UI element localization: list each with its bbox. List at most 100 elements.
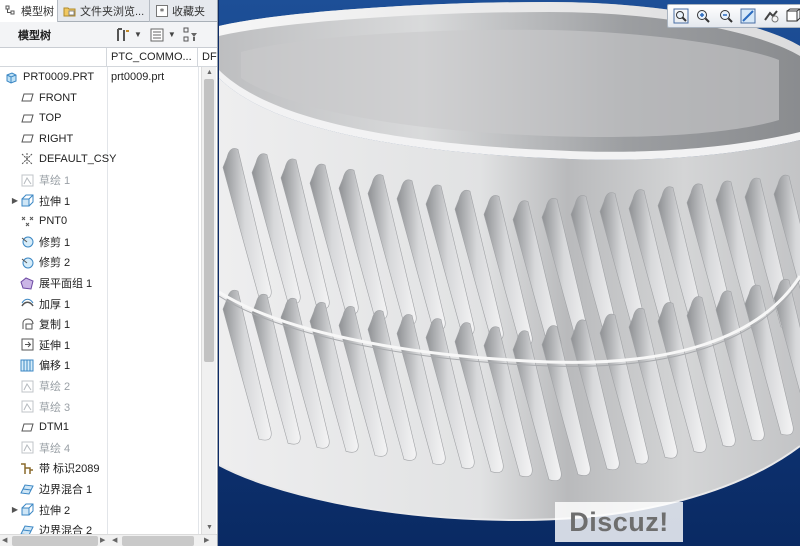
boundary-blend-icon	[20, 482, 34, 496]
refit-icon[interactable]	[671, 6, 691, 26]
column-header-name[interactable]	[0, 48, 107, 67]
column-header-df[interactable]: DF	[198, 48, 217, 67]
tab-model-tree[interactable]: 模型树	[0, 0, 58, 23]
tree-item[interactable]: 草绘 1	[0, 170, 200, 190]
tree-item[interactable]: PRT0009.PRT prt0009.prt	[0, 67, 200, 87]
tree-item[interactable]: 偏移 1	[0, 355, 200, 375]
zoom-in-icon[interactable]	[694, 6, 714, 26]
tree-item-label: 草绘 2	[39, 381, 71, 393]
tree-filter-icon[interactable]	[182, 26, 200, 44]
tree-item-label: PNT0	[39, 215, 68, 228]
model-tree-panel: 模型树 文件夹浏览... * 收藏夹 模型树 ▼ ▼ PTC_COMMO... …	[0, 0, 218, 546]
chevron-down-icon[interactable]: ▼	[168, 30, 176, 39]
navigator-tabs: 模型树 文件夹浏览... * 收藏夹	[0, 0, 217, 23]
tree-item[interactable]: 复制 1	[0, 314, 200, 334]
copy-icon	[20, 317, 34, 331]
graphics-window[interactable]: Discuz!	[219, 0, 800, 546]
tree-item[interactable]: 展平面组 1	[0, 273, 200, 293]
vertical-scrollbar[interactable]: ▲ ▼	[201, 67, 216, 534]
sketch-icon	[20, 441, 34, 455]
tree-item-label: 边界混合 2	[39, 525, 93, 534]
tab-label: 模型树	[21, 6, 54, 18]
tree-item[interactable]: 边界混合 2	[0, 520, 200, 534]
watermark: Discuz!	[555, 502, 683, 542]
part-icon	[4, 70, 18, 84]
datum-plane-icon	[20, 420, 34, 434]
repaint-icon[interactable]	[739, 6, 759, 26]
tree-item-label: 草绘 4	[39, 442, 71, 455]
expand-arrow-icon[interactable]: ▶	[10, 505, 20, 514]
scroll-up-icon[interactable]: ▲	[202, 67, 217, 79]
expand-arrow-icon[interactable]: ▶	[10, 196, 20, 205]
tree-settings-icon[interactable]	[114, 26, 132, 44]
tree-item[interactable]: 草绘 4	[0, 438, 200, 458]
tree-item[interactable]: 草绘 2	[0, 376, 200, 396]
scroll-left-icon[interactable]: ◀	[112, 535, 117, 546]
tree-column-header: PTC_COMMO... DF	[0, 48, 217, 67]
tree-item-label: 拉伸 1	[39, 195, 71, 208]
sketch-icon	[20, 379, 34, 393]
flatten-quilt-icon	[20, 276, 34, 290]
scroll-right-icon[interactable]: ▶	[100, 535, 105, 546]
tree-item-label: 加厚 1	[39, 298, 71, 311]
tree-item[interactable]: RIGHT	[0, 129, 200, 149]
column-header-ptc-common[interactable]: PTC_COMMO...	[107, 48, 198, 67]
tree-item-label: 延伸 1	[39, 339, 71, 352]
scroll-right-icon[interactable]: ▶	[204, 535, 209, 546]
tab-label: 收藏夹	[172, 6, 205, 18]
zoom-out-icon[interactable]	[716, 6, 736, 26]
tree-item[interactable]: PNT0	[0, 211, 200, 231]
toolbar-title: 模型树	[18, 29, 51, 42]
tree-item-ptc-common: prt0009.prt	[111, 71, 165, 83]
coordinate-system-icon	[20, 152, 34, 166]
tree-item[interactable]: ▶ 拉伸 1	[0, 191, 200, 211]
tree-item[interactable]: 加厚 1	[0, 294, 200, 314]
tree-item[interactable]: FRONT	[0, 88, 200, 108]
tree-item[interactable]: 草绘 3	[0, 397, 200, 417]
tree-item[interactable]: DTM1	[0, 417, 200, 437]
trim-icon	[20, 235, 34, 249]
tree-item-label: 偏移 1	[39, 360, 71, 373]
tree-columns-icon[interactable]	[148, 26, 166, 44]
tree-item[interactable]: DEFAULT_CSY	[0, 149, 200, 169]
chevron-down-icon[interactable]: ▼	[134, 30, 142, 39]
display-style-icon[interactable]	[761, 6, 781, 26]
scrollbar-thumb[interactable]	[204, 79, 214, 362]
tree-item[interactable]: 修剪 1	[0, 232, 200, 252]
sketch-icon	[20, 173, 34, 187]
saved-views-icon[interactable]	[784, 6, 800, 26]
tree-item[interactable]: 带 标识2089	[0, 458, 200, 478]
svg-text:*: *	[159, 8, 164, 18]
tab-favorites[interactable]: * 收藏夹	[150, 0, 217, 22]
tree-item[interactable]: 延伸 1	[0, 335, 200, 355]
sketch-icon	[20, 400, 34, 414]
favorites-icon: *	[155, 5, 168, 18]
tree-item-label: 修剪 2	[39, 257, 71, 270]
datum-plane-icon	[20, 111, 34, 125]
model-tree-toolbar: 模型树 ▼ ▼	[0, 22, 217, 48]
scroll-down-icon[interactable]: ▼	[202, 522, 217, 534]
tree-item-label: 带 标识2089	[39, 463, 100, 476]
datum-point-icon	[20, 214, 34, 228]
tree-item-label: 展平面组 1	[39, 278, 93, 290]
model-render[interactable]	[219, 0, 800, 546]
tab-label: 文件夹浏览...	[80, 6, 145, 18]
ribbon-icon	[20, 461, 34, 475]
tree-item-label: 拉伸 2	[39, 504, 71, 517]
tree-item-label: RIGHT	[39, 132, 74, 145]
horizontal-scrollbar[interactable]: ◀ ▶ ◀ ▶	[0, 534, 217, 546]
tree-item[interactable]: TOP	[0, 108, 200, 128]
scroll-left-icon[interactable]: ◀	[2, 535, 7, 546]
tree-item[interactable]: 修剪 2	[0, 252, 200, 272]
scrollbar-thumb[interactable]	[122, 536, 194, 546]
tab-folder-browser[interactable]: 文件夹浏览...	[58, 0, 150, 22]
tree-item-label: 复制 1	[39, 319, 71, 332]
datum-plane-icon	[20, 132, 34, 146]
tree-item-label: 修剪 1	[39, 236, 71, 249]
folder-browser-icon	[63, 5, 76, 18]
tree-item[interactable]: 边界混合 1	[0, 479, 200, 499]
scrollbar-thumb[interactable]	[12, 536, 98, 546]
tree-item-label: FRONT	[39, 91, 77, 104]
tree-item-label: 草绘 3	[39, 401, 71, 414]
tree-item[interactable]: ▶ 拉伸 2	[0, 500, 200, 520]
